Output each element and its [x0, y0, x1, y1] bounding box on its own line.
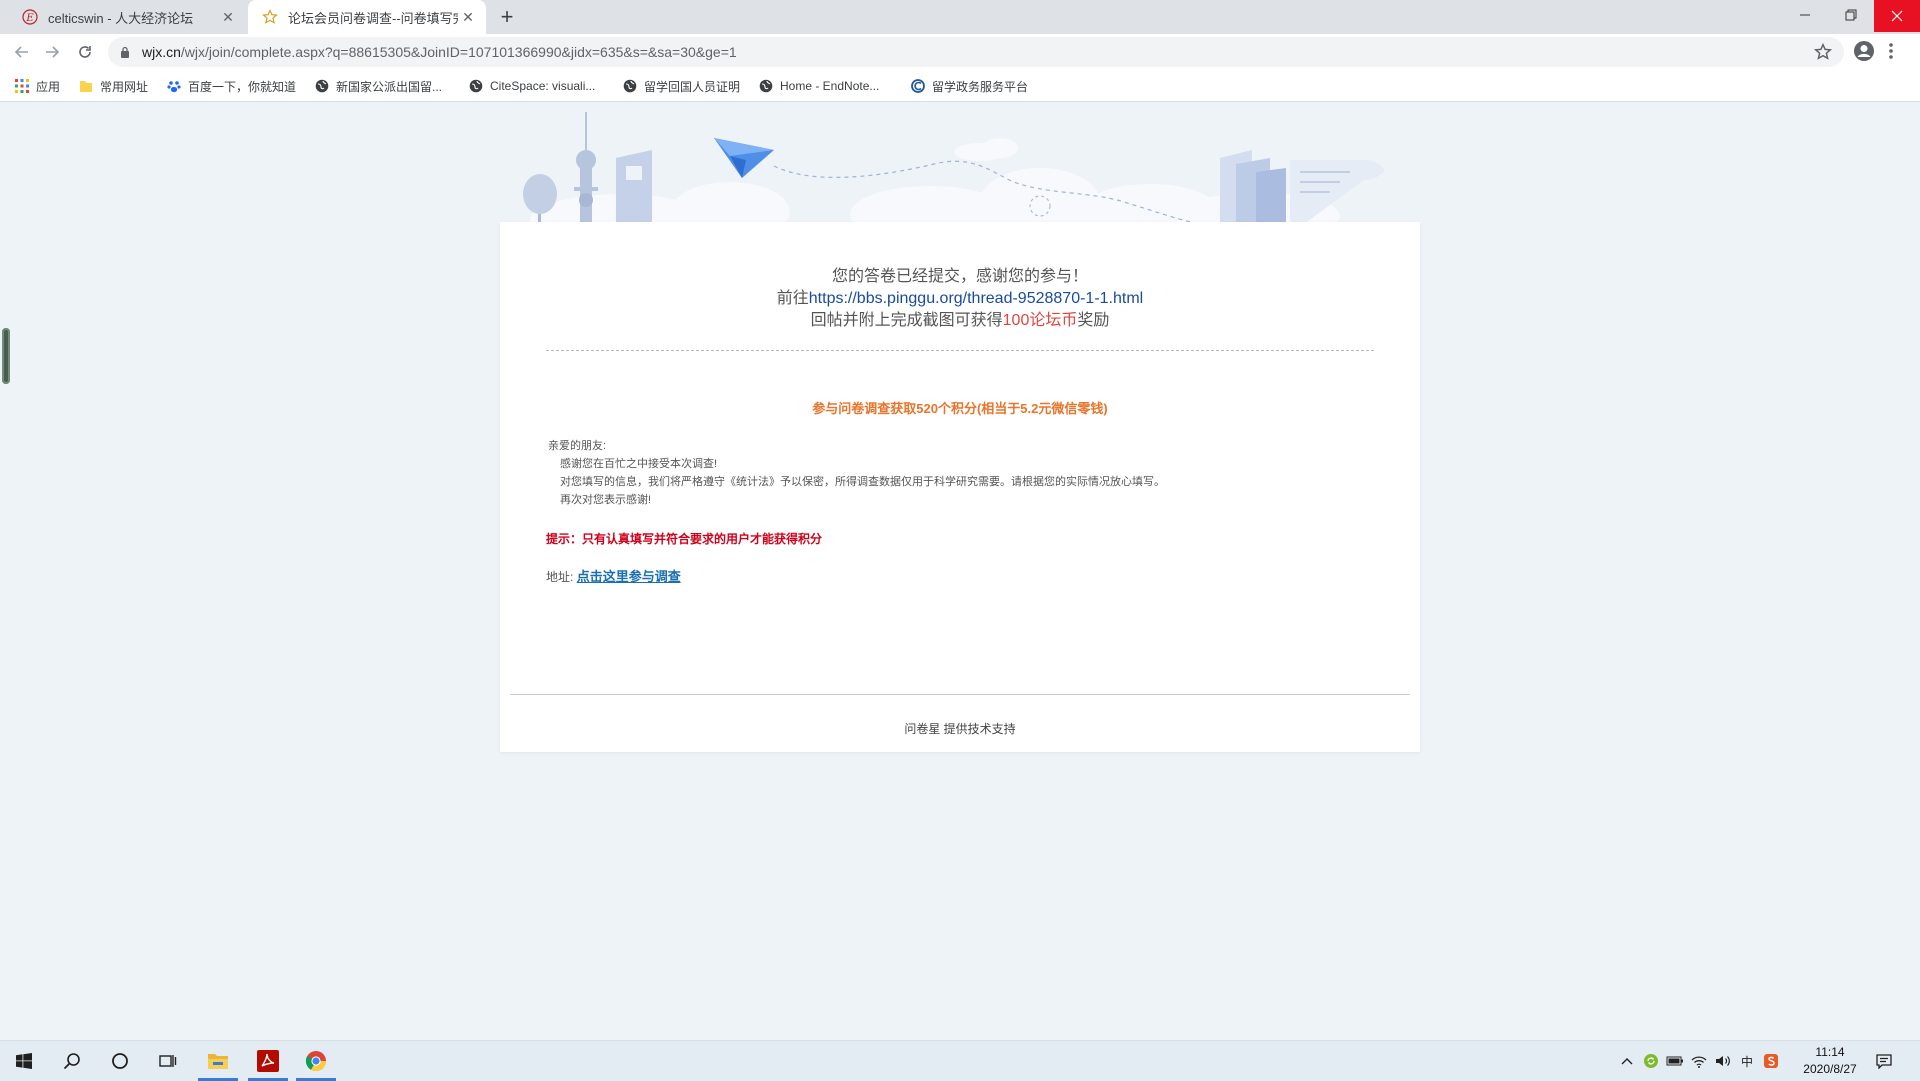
bookmark-label: Home - EndNote... — [780, 79, 880, 93]
star-outline-icon — [262, 9, 278, 25]
site-e-icon: E — [22, 9, 38, 25]
letter-line: 对您填写的信息，我们将严格遵守《统计法》予以保密，所得调查数据仅用于科学研究需要… — [560, 476, 1165, 488]
back-arrow-icon[interactable] — [10, 40, 34, 64]
windows-taskbar: 中 11:14 2020/8/27 — [0, 1040, 1920, 1081]
reward-line: 回帖并附上完成截图可获得100论坛币奖励 — [500, 310, 1420, 332]
tab-survey-complete[interactable]: 论坛会员问卷调查--问卷填写完成 ✕ — [248, 0, 486, 34]
reward-amount: 100论坛币 — [1002, 312, 1078, 329]
letter-greeting: 亲爱的朋友: — [548, 440, 607, 452]
completion-card: 您的答卷已经提交，感谢您的参与！ 前往https://bbs.pinggu.or… — [500, 222, 1420, 752]
cscse-icon — [910, 78, 926, 94]
letter-line: 再次对您表示感谢! — [560, 494, 652, 506]
bookmark-apps[interactable]: 应用 — [14, 77, 60, 95]
bookmark-label: 留学政务服务平台 — [932, 79, 1029, 94]
new-tab-button[interactable]: + — [496, 6, 518, 28]
url-host: wjx.cn — [142, 44, 181, 60]
window-close-icon[interactable] — [1874, 0, 1920, 32]
clock-date: 2020/8/27 — [1803, 1062, 1857, 1076]
volume-icon[interactable] — [1714, 1051, 1732, 1071]
banner-illustration — [523, 112, 1384, 224]
task-view-icon[interactable] — [144, 1041, 192, 1081]
apps-grid-icon — [14, 78, 30, 94]
browser-toolbar: wjx.cn/wjx/join/complete.aspx?q=88615305… — [0, 34, 1920, 70]
promo-title: 参与问卷调查获取520个积分(相当于5.2元微信零钱) — [812, 401, 1108, 416]
letter-line: 感谢您在百忙之中接受本次调查! — [560, 458, 718, 470]
cortana-icon[interactable] — [96, 1041, 144, 1081]
globe-icon — [468, 78, 484, 94]
bookmark-label: 新国家公派出国留... — [336, 79, 443, 94]
reload-icon[interactable] — [73, 40, 97, 64]
file-explorer-icon[interactable] — [194, 1041, 242, 1081]
tab-close-icon[interactable]: ✕ — [458, 7, 478, 27]
address-label: 地址: — [546, 570, 574, 584]
invite-letter: 亲爱的朋友: 感谢您在百忙之中接受本次调查! 对您填写的信息，我们将严格遵守《统… — [548, 437, 1165, 509]
page-content: 您的答卷已经提交，感谢您的参与！ 前往https://bbs.pinggu.or… — [0, 102, 1920, 1040]
reward-after: 奖励 — [1077, 312, 1110, 329]
browser-tab-strip: E celticswin - 人大经济论坛 ✕ 论坛会员问卷调查--问卷填写完成… — [0, 0, 1920, 34]
system-clock[interactable]: 11:14 2020/8/27 — [1796, 1044, 1864, 1078]
forum-thread-link[interactable]: https://bbs.pinggu.org/thread-9528870-1-… — [809, 290, 1143, 307]
bookmark-star-icon[interactable] — [1813, 42, 1833, 66]
tab-celticswin[interactable]: E celticswin - 人大经济论坛 ✕ — [8, 0, 246, 34]
footer-divider — [510, 694, 1410, 695]
url-path: /wjx/join/complete.aspx?q=88615305&JoinI… — [180, 44, 737, 60]
bookmark-folder-common[interactable]: 常用网址 — [78, 77, 148, 95]
forward-arrow-icon[interactable] — [40, 40, 64, 64]
bookmarks-bar: 应用 常用网址 百度一下，你就知道 新国家公派出国留... CiteSpace:… — [0, 70, 1920, 102]
bookmark-endnote[interactable]: Home - EndNote... — [758, 77, 879, 95]
chrome-icon[interactable] — [292, 1041, 340, 1081]
baidu-paw-icon — [166, 78, 182, 94]
paper-plane-icon — [714, 138, 774, 178]
tab-title: celticswin - 人大经济论坛 — [48, 10, 194, 26]
bookmark-label: 百度一下，你就知道 — [188, 79, 297, 94]
address-bar[interactable]: wjx.cn/wjx/join/complete.aspx?q=88615305… — [108, 37, 1844, 67]
join-survey-link[interactable]: 点击这里参与调查 — [577, 569, 681, 584]
windows-start-icon[interactable] — [0, 1041, 48, 1081]
bookmark-citespace[interactable]: CiteSpace: visuali... — [468, 77, 595, 95]
globe-icon — [314, 78, 330, 94]
bookmark-cscse[interactable]: 留学政务服务平台 — [910, 77, 1028, 95]
bookmark-label: 常用网址 — [100, 79, 149, 94]
side-scroll-handle[interactable] — [2, 328, 10, 384]
sogou-ime-icon[interactable] — [1762, 1051, 1780, 1071]
dashed-divider — [546, 350, 1374, 351]
lock-icon[interactable] — [120, 46, 132, 58]
goto-prefix: 前往 — [776, 290, 809, 307]
restore-icon[interactable] — [1828, 0, 1874, 30]
thanks-message: 您的答卷已经提交，感谢您的参与！ 前往https://bbs.pinggu.or… — [500, 266, 1420, 332]
reward-before: 回帖并附上完成截图可获得 — [810, 312, 1003, 329]
globe-icon — [622, 78, 638, 94]
tab-close-icon[interactable]: ✕ — [218, 7, 238, 27]
bookmark-csc[interactable]: 新国家公派出国留... — [314, 77, 442, 95]
svg-text:E: E — [25, 13, 34, 24]
url-text[interactable]: wjx.cn/wjx/join/complete.aspx?q=88615305… — [142, 44, 737, 60]
tray-sync-icon[interactable] — [1642, 1051, 1660, 1071]
bookmark-label: 留学回国人员证明 — [644, 79, 741, 94]
tab-title: 论坛会员问卷调查--问卷填写完成 — [288, 10, 458, 26]
tip-notice: 提示：只有认真填写并符合要求的用户才能获得积分 — [546, 532, 823, 546]
tray-chevron-up-icon[interactable] — [1618, 1051, 1636, 1071]
ime-indicator[interactable]: 中 — [1738, 1051, 1756, 1071]
bookmark-label: 应用 — [36, 79, 61, 94]
bookmark-baidu[interactable]: 百度一下，你就知道 — [166, 77, 296, 95]
profile-avatar-icon[interactable] — [1853, 40, 1875, 67]
address-row: 地址: 点击这里参与调查 — [546, 566, 681, 585]
books-icon — [1220, 150, 1384, 224]
notification-center-icon[interactable] — [1874, 1051, 1894, 1071]
goto-line: 前往https://bbs.pinggu.org/thread-9528870-… — [500, 288, 1420, 310]
more-menu-icon[interactable] — [1888, 40, 1894, 67]
clock-time: 11:14 — [1815, 1045, 1845, 1059]
acrobat-icon[interactable] — [244, 1041, 292, 1081]
folder-icon — [78, 78, 94, 94]
bookmark-return-cert[interactable]: 留学回国人员证明 — [622, 77, 740, 95]
bookmark-label: CiteSpace: visuali... — [490, 79, 596, 93]
powered-by-footer: 问卷星 提供技术支持 — [904, 722, 1016, 736]
battery-icon[interactable] — [1666, 1051, 1684, 1071]
globe-icon — [758, 78, 774, 94]
thanks-line: 您的答卷已经提交，感谢您的参与！ — [831, 268, 1088, 285]
wifi-icon[interactable] — [1690, 1051, 1708, 1071]
minimize-icon[interactable] — [1782, 0, 1828, 30]
search-icon[interactable] — [48, 1041, 96, 1081]
